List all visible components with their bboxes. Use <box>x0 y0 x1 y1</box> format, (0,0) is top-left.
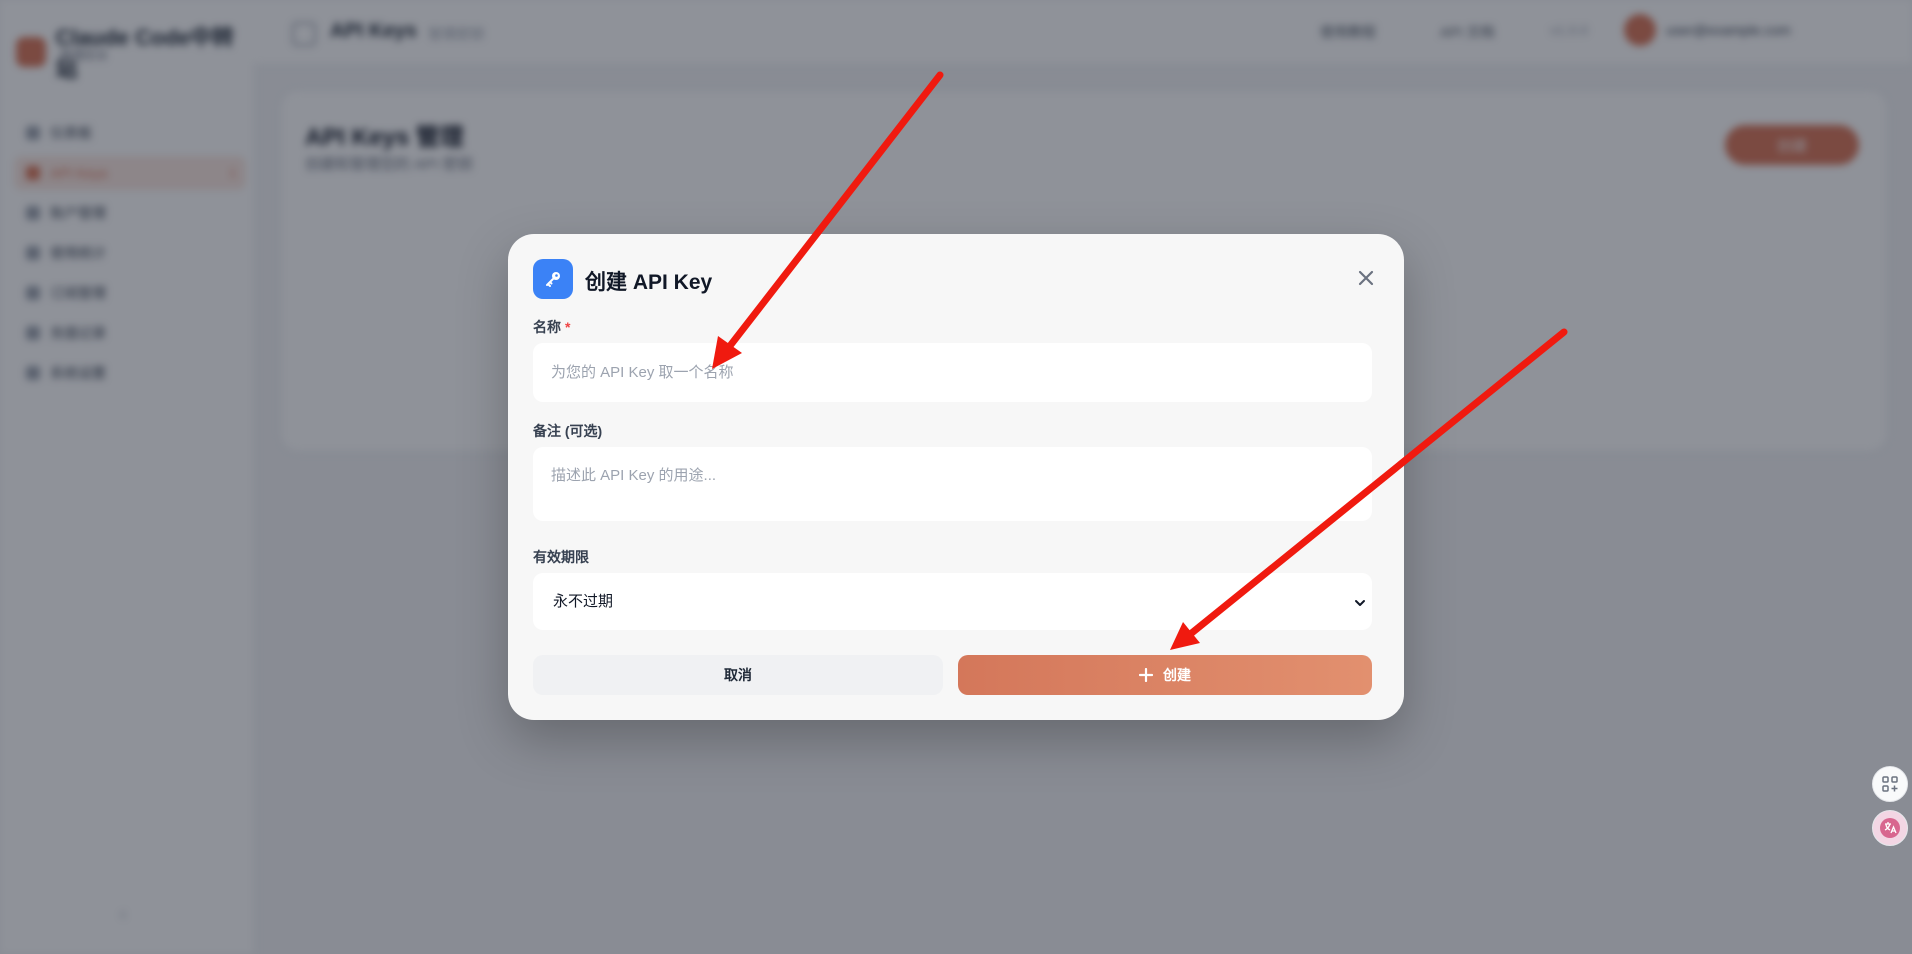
expiry-label: 有效期限 <box>533 549 589 565</box>
apps-grid-icon[interactable] <box>1872 766 1908 802</box>
name-label-text: 名称 <box>533 319 561 335</box>
create-button-label: 创建 <box>1163 667 1191 683</box>
plus-icon <box>1139 668 1153 682</box>
dialog-title: 创建 API Key <box>585 271 713 294</box>
expiry-select[interactable]: 永不过期 <box>533 573 1372 630</box>
create-button[interactable]: 创建 <box>958 655 1372 695</box>
key-icon <box>533 259 573 299</box>
cancel-button[interactable]: 取消 <box>533 655 943 695</box>
name-input[interactable] <box>533 343 1372 402</box>
note-textarea[interactable] <box>533 447 1372 521</box>
translate-icon[interactable] <box>1872 810 1908 846</box>
create-api-key-dialog: 创建 API Key 名称* 备注 (可选) 有效期限 永不过期 取消 创建 <box>508 234 1404 720</box>
required-mark: * <box>565 319 571 335</box>
name-label: 名称 * <box>533 317 570 337</box>
note-label: 备注 (可选) <box>533 423 603 439</box>
close-icon[interactable] <box>1352 264 1380 292</box>
